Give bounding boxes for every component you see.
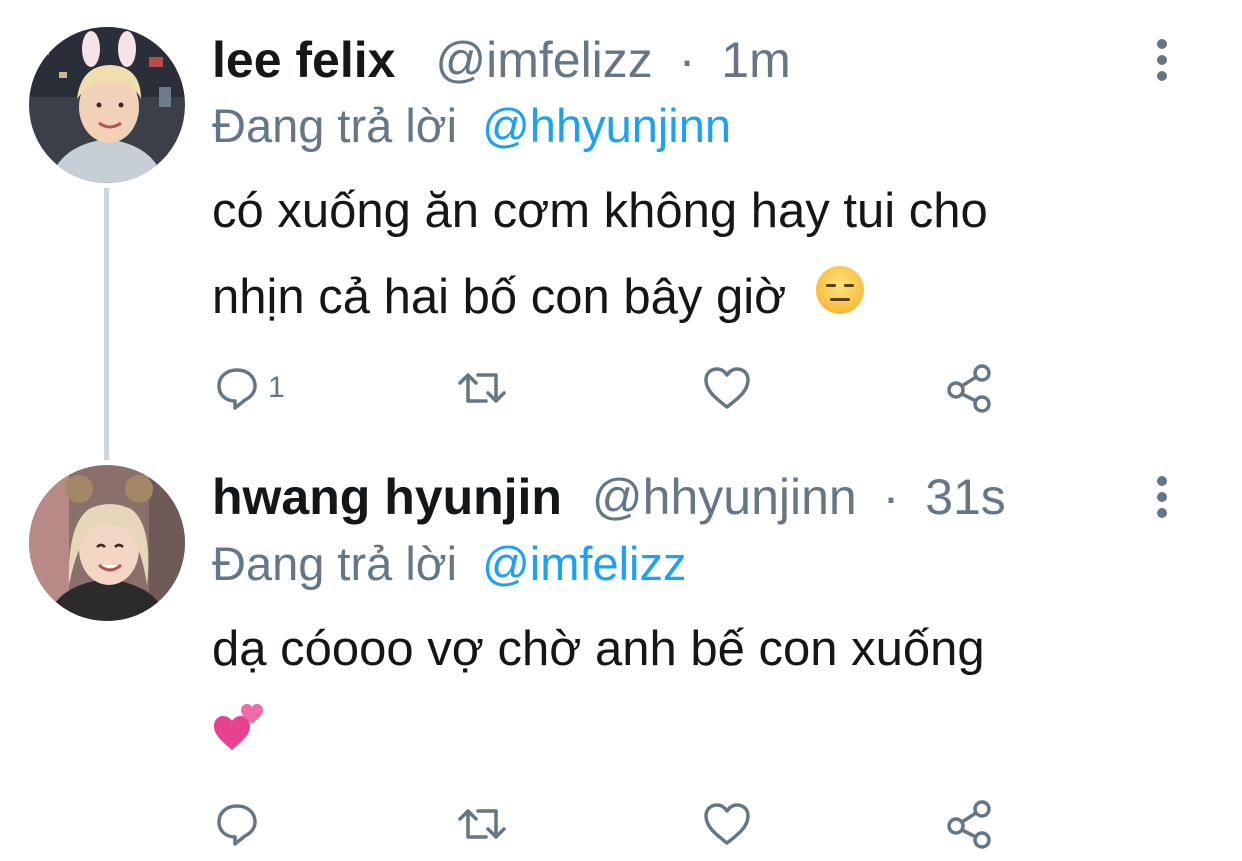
two-hearts-icon xyxy=(212,695,268,781)
username[interactable]: @hhyunjinn xyxy=(592,469,857,525)
tweet-text-line-emoji xyxy=(212,692,1172,781)
mention-link[interactable]: @imfelizz xyxy=(482,537,686,590)
replying-to: Đang trả lời @imfelizz xyxy=(212,534,686,594)
tweet-text-line: có xuống ăn cơm không hay tui cho xyxy=(212,184,988,238)
separator: · xyxy=(678,32,696,88)
more-options-button[interactable] xyxy=(1140,467,1184,527)
thread-connector-line xyxy=(104,188,109,460)
more-dot xyxy=(1157,492,1167,502)
more-dot xyxy=(1157,508,1167,518)
more-vertical-icon xyxy=(1157,39,1167,49)
tweet-header: lee felix @imfelizz · 1m xyxy=(212,30,791,90)
heart-icon xyxy=(704,367,750,409)
username[interactable]: @imfelizz xyxy=(435,32,652,88)
more-options-button[interactable] xyxy=(1140,30,1184,90)
replying-to-label: Đang trả lời xyxy=(212,99,458,152)
reply-button[interactable] xyxy=(214,796,268,852)
separator: · xyxy=(882,469,900,525)
reply-bubble-icon xyxy=(217,368,257,410)
share-icon xyxy=(947,800,991,849)
reply-count: 1 xyxy=(268,371,285,404)
mention-link[interactable]: @hhyunjinn xyxy=(482,99,731,152)
tweet-text-line: dạ cóooo vợ chờ anh bế con xuống xyxy=(212,622,985,676)
timestamp[interactable]: 31s xyxy=(925,469,1006,525)
more-dot xyxy=(1157,71,1167,81)
more-vertical-icon xyxy=(1157,476,1167,486)
reply-button[interactable]: 1 xyxy=(214,360,285,416)
retweet-icon xyxy=(458,373,506,403)
expressionless-face-icon xyxy=(814,257,866,343)
reply-bubble-icon xyxy=(217,804,257,846)
share-icon xyxy=(947,364,991,413)
replying-to: Đang trả lời @hhyunjinn xyxy=(212,96,731,156)
tweet-header: hwang hyunjin @hhyunjinn · 31s xyxy=(212,467,1006,527)
share-button[interactable] xyxy=(944,796,994,852)
tweet-text: có xuống ăn cơm không hay tui cho nhịn c… xyxy=(212,168,1172,343)
like-button[interactable] xyxy=(702,796,752,852)
tweet-text: dạ cóooo vợ chờ anh bế con xuống xyxy=(212,606,1172,781)
heart-icon xyxy=(704,803,750,845)
retweet-button[interactable] xyxy=(454,796,510,852)
display-name[interactable]: hwang hyunjin xyxy=(212,469,562,525)
avatar[interactable] xyxy=(29,27,185,183)
timestamp[interactable]: 1m xyxy=(721,32,790,88)
display-name[interactable]: lee felix xyxy=(212,32,395,88)
tweet-text-line: nhịn cả hai bố con bây giờ xyxy=(212,270,787,324)
retweet-icon xyxy=(458,809,506,839)
like-button[interactable] xyxy=(702,360,752,416)
more-dot xyxy=(1157,55,1167,65)
replying-to-label: Đang trả lời xyxy=(212,537,458,590)
share-button[interactable] xyxy=(944,360,994,416)
retweet-button[interactable] xyxy=(454,360,510,416)
avatar[interactable] xyxy=(29,465,185,621)
tweet-text-line-with-emoji: nhịn cả hai bố con bây giờ xyxy=(212,254,1172,343)
